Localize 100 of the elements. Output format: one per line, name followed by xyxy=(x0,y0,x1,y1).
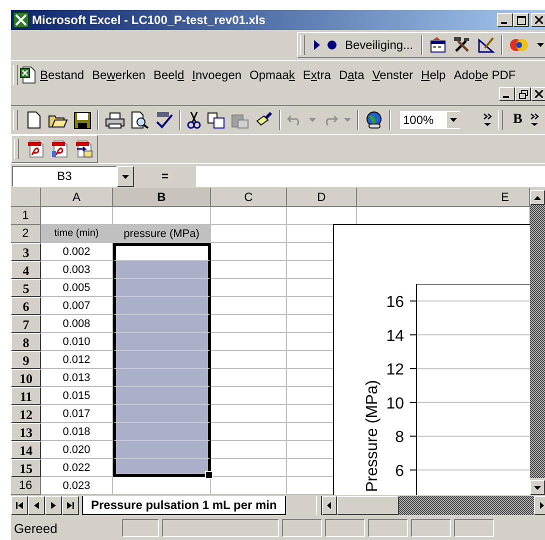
row-header[interactable]: 1 xyxy=(11,207,41,225)
last-sheet-button[interactable] xyxy=(62,496,79,515)
sheet-tab[interactable]: Pressure pulsation 1 mL per min xyxy=(82,496,286,515)
row-header[interactable]: 4 xyxy=(11,261,41,279)
menu-item[interactable]: Opmaak xyxy=(246,68,299,82)
clipboard-icon[interactable] xyxy=(231,112,249,128)
table-cell: 0.020 xyxy=(41,441,113,459)
column-header[interactable]: A xyxy=(41,188,113,207)
design-mode-icon[interactable] xyxy=(477,36,496,54)
record-icon[interactable] xyxy=(327,40,337,50)
axis-tick-label: 12 xyxy=(386,362,404,379)
row-header[interactable]: 11 xyxy=(11,387,41,405)
select-all-button[interactable] xyxy=(11,188,41,207)
axis-tick-label: 10 xyxy=(386,395,404,412)
scrollbar-thumb[interactable] xyxy=(336,496,399,515)
row-header[interactable]: 8 xyxy=(11,333,41,351)
print-preview-icon[interactable] xyxy=(131,111,149,129)
row-header[interactable]: 3 xyxy=(11,243,41,261)
row-header[interactable]: 6 xyxy=(11,297,41,315)
row-header[interactable]: 15 xyxy=(11,459,41,477)
bold-button[interactable]: B xyxy=(511,112,524,128)
menu-item[interactable]: Extra xyxy=(298,68,335,82)
formula-field[interactable] xyxy=(196,166,545,187)
menu-item[interactable]: Adobe PDF xyxy=(450,68,520,82)
table-cell: 0.012 xyxy=(41,351,113,369)
fill-handle[interactable] xyxy=(205,471,213,479)
tools-icon[interactable] xyxy=(453,36,472,54)
pdf-icon[interactable] xyxy=(51,140,69,158)
row-header[interactable]: 10 xyxy=(11,369,41,387)
status-panel xyxy=(411,519,451,537)
save-icon[interactable] xyxy=(74,112,91,128)
status-panel xyxy=(325,519,365,537)
column-header[interactable]: C xyxy=(211,188,287,207)
next-sheet-button[interactable] xyxy=(45,496,62,515)
table-cell: 0.002 xyxy=(41,243,113,261)
menu-item[interactable]: Help xyxy=(417,68,450,82)
right-arrow-icon xyxy=(540,502,544,509)
first-sheet-button[interactable] xyxy=(11,496,28,515)
status-panel xyxy=(454,519,494,537)
previous-sheet-button[interactable] xyxy=(28,496,45,515)
pdf-mail-icon[interactable] xyxy=(75,140,93,158)
scroll-down-button[interactable] xyxy=(530,480,545,495)
copy-icon[interactable] xyxy=(207,112,225,128)
row-header[interactable]: 16 xyxy=(11,477,41,495)
table-cell: 0.010 xyxy=(41,333,113,351)
security-button[interactable]: Beveiliging... xyxy=(343,38,416,52)
workbook-icon[interactable] xyxy=(20,66,36,84)
row-header[interactable]: 5 xyxy=(11,279,41,297)
menu-item[interactable]: Beeld xyxy=(149,68,188,82)
status-panel xyxy=(368,519,408,537)
axis-tick-label: 6 xyxy=(395,463,404,480)
close-button[interactable] xyxy=(531,13,545,27)
spelling-icon[interactable] xyxy=(155,111,173,129)
restore-button[interactable] xyxy=(515,87,531,101)
more-icon[interactable] xyxy=(483,113,492,127)
table-cell: 0.007 xyxy=(41,297,113,315)
scissors-icon[interactable] xyxy=(187,111,201,129)
caret-icon[interactable] xyxy=(537,43,544,47)
column-header[interactable]: E xyxy=(357,188,530,207)
restore-icon xyxy=(518,90,528,98)
scroll-up-button[interactable] xyxy=(530,190,545,205)
row-header[interactable]: 2 xyxy=(11,225,41,243)
axis-tick-label: 14 xyxy=(386,328,404,345)
caret-icon xyxy=(450,118,457,122)
play-icon[interactable] xyxy=(313,40,321,50)
right-arrow-icon xyxy=(51,502,56,509)
minimize-button[interactable] xyxy=(499,87,515,101)
row-header[interactable]: 9 xyxy=(11,351,41,369)
menu-item[interactable]: Bewerken xyxy=(88,68,150,82)
close-icon xyxy=(535,90,543,98)
down-arrow-icon xyxy=(534,486,541,490)
column-header[interactable]: D xyxy=(287,188,357,207)
globe-icon[interactable] xyxy=(365,111,383,129)
more-icon[interactable] xyxy=(530,113,540,127)
menu-item[interactable]: Invoegen xyxy=(188,68,246,82)
scroll-right-button[interactable] xyxy=(534,496,545,515)
control-toolbox-icon[interactable] xyxy=(429,36,448,54)
spreadsheet-app-icon xyxy=(13,12,29,28)
pdf-icon[interactable] xyxy=(27,140,45,158)
close-button[interactable] xyxy=(531,87,545,101)
menu-item[interactable]: Data xyxy=(334,68,368,82)
name-box[interactable]: B3 xyxy=(12,166,117,187)
row-header[interactable]: 13 xyxy=(11,423,41,441)
row-header[interactable]: 14 xyxy=(11,441,41,459)
column-header[interactable]: B xyxy=(113,188,211,207)
zoom-dropdown[interactable]: 100% xyxy=(399,110,461,130)
print-icon[interactable] xyxy=(105,112,125,128)
axis-tick-label: 16 xyxy=(386,294,404,311)
maximize-button[interactable] xyxy=(513,13,529,27)
up-arrow-icon xyxy=(534,196,541,200)
row-header[interactable]: 12 xyxy=(11,405,41,423)
status-panel xyxy=(282,519,322,537)
menu-item[interactable]: Venster xyxy=(368,68,418,82)
table-cell: 0.018 xyxy=(41,423,113,441)
name-box-dropdown[interactable] xyxy=(117,166,134,187)
menu-item[interactable]: Bestand xyxy=(36,68,88,82)
row-header[interactable]: 7 xyxy=(11,315,41,333)
minimize-button[interactable] xyxy=(497,13,513,27)
new-document-icon[interactable] xyxy=(26,111,42,129)
scroll-left-button[interactable] xyxy=(322,496,337,515)
